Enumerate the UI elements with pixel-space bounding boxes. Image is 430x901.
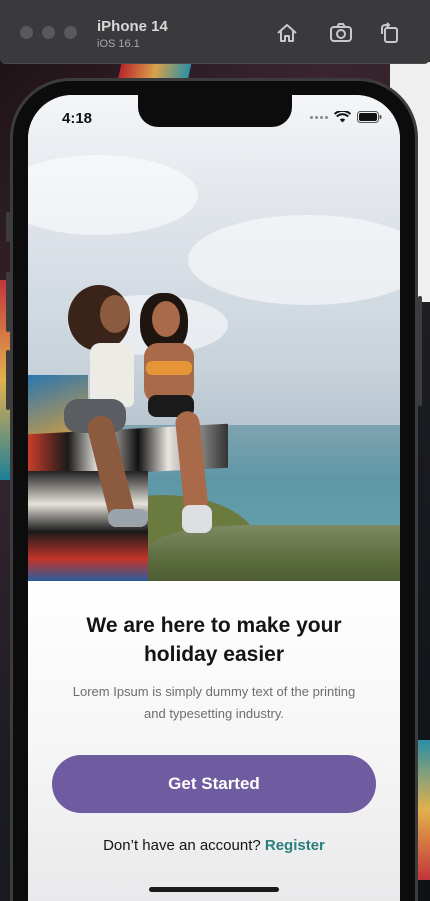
- get-started-button[interactable]: Get Started: [52, 755, 376, 813]
- onboarding-panel: We are here to make your holiday easier …: [28, 581, 400, 901]
- cellular-dots-icon: [310, 115, 328, 119]
- register-link[interactable]: Register: [265, 837, 325, 854]
- rotate-icon[interactable]: [378, 22, 402, 44]
- notch: [138, 95, 292, 127]
- window-close-button[interactable]: [20, 26, 33, 39]
- account-prompt-text: Don’t have an account?: [103, 837, 265, 854]
- window-zoom-button[interactable]: [64, 26, 77, 39]
- phone-side-button: [418, 296, 422, 406]
- page-subtitle: Lorem Ipsum is simply dummy text of the …: [72, 684, 356, 721]
- battery-icon: [357, 111, 382, 123]
- os-version: iOS 16.1: [97, 38, 140, 50]
- status-time: 4:18: [62, 110, 93, 127]
- phone-screen: 4:18 We are here to make your holiday ea…: [28, 95, 400, 901]
- window-minimize-button[interactable]: [42, 26, 55, 39]
- home-icon[interactable]: [275, 22, 299, 44]
- home-indicator[interactable]: [149, 887, 279, 892]
- phone-side-button: [6, 350, 10, 410]
- simulator-toolbar: iPhone 14 iOS 16.1: [0, 0, 430, 64]
- wallpaper-streak: [418, 740, 430, 880]
- phone-side-button: [6, 272, 10, 332]
- register-prompt: Don’t have an account? Register: [28, 837, 400, 854]
- phone-side-button: [6, 212, 10, 242]
- page-title: We are here to make your holiday easier: [86, 614, 342, 666]
- status-icons: [310, 111, 382, 123]
- device-name: iPhone 14: [97, 18, 168, 35]
- screenshot-icon[interactable]: [329, 22, 353, 44]
- wifi-icon: [334, 111, 351, 123]
- hero-photo: [28, 95, 400, 581]
